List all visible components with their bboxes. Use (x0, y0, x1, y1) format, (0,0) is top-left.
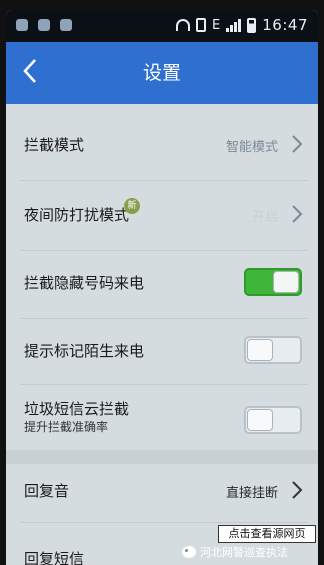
notification-icon (60, 19, 72, 31)
reply-tone-value: 直接挂断 (225, 486, 278, 501)
wechat-icon (182, 546, 196, 558)
hidden-number-toggle[interactable] (244, 268, 302, 296)
spam-sms-label: 垃圾短信云拦截 (24, 400, 130, 418)
night-dnd-label: 夜间防打扰模式 (24, 206, 130, 224)
new-badge: 新 (124, 198, 140, 214)
reply-tone-label: 回复音 (24, 482, 70, 500)
hidden-number-label: 拦截隐藏号码来电 (24, 274, 145, 292)
night-dnd-value: 开启 (251, 210, 278, 225)
spam-sms-row: 垃圾短信云拦截 提升拦截准确率 (6, 390, 318, 442)
notification-icons (16, 19, 72, 31)
reply-tone-row[interactable]: 回复音 直接挂断 (6, 466, 318, 516)
toggle-knob (273, 271, 299, 293)
app-header: 设置 (6, 42, 318, 104)
chevron-right-icon (292, 205, 303, 223)
notification-icon (16, 19, 28, 31)
toggle-knob (247, 339, 273, 361)
clock: 16:47 (262, 16, 308, 34)
reply-sms-label: 回复短信 (24, 550, 85, 565)
battery-icon (247, 17, 257, 33)
mark-stranger-row: 提示标记陌生来电 (6, 326, 318, 378)
divider (20, 180, 308, 181)
mark-stranger-label: 提示标记陌生来电 (24, 342, 145, 360)
notification-icon (38, 19, 50, 31)
phone-screen: E 16:47 设置 拦截模式 智能模式 夜间防打扰模式 新 开启 拦截隐藏号码… (6, 10, 318, 565)
section-divider (6, 450, 318, 464)
divider (20, 384, 308, 385)
signal-icon (226, 18, 242, 32)
divider (20, 318, 308, 319)
view-source-link[interactable]: 点击查看源网页 (218, 525, 316, 543)
watermark-account: 河北网警巡查执法 (200, 546, 288, 559)
spam-sms-sublabel: 提升拦截准确率 (24, 420, 109, 434)
divider (20, 522, 308, 523)
mark-stranger-toggle[interactable] (244, 336, 302, 364)
night-dnd-row[interactable]: 夜间防打扰模式 新 开启 (6, 188, 318, 242)
intercept-mode-label: 拦截模式 (24, 136, 85, 154)
chevron-right-icon (292, 481, 303, 499)
intercept-mode-value: 智能模式 (225, 140, 278, 155)
spam-sms-toggle[interactable] (244, 406, 302, 434)
sim-icon (196, 18, 207, 32)
intercept-mode-row[interactable]: 拦截模式 智能模式 (6, 120, 318, 172)
watermark: 河北网警巡查执法 (182, 543, 288, 561)
page-title: 设置 (142, 62, 181, 84)
status-bar: E 16:47 (6, 10, 318, 42)
toggle-knob (247, 409, 273, 431)
system-icons: E 16:47 (176, 16, 308, 34)
hidden-number-row: 拦截隐藏号码来电 (6, 258, 318, 310)
divider (20, 250, 308, 251)
network-type: E (212, 17, 221, 33)
chevron-right-icon (292, 135, 303, 153)
wifi-icon (176, 19, 191, 31)
